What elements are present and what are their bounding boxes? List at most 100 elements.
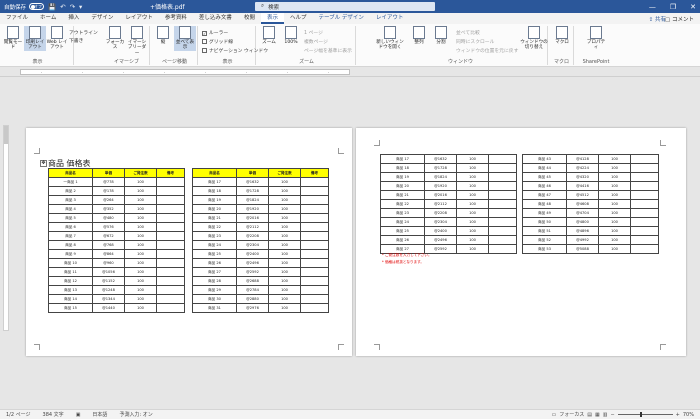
table-cell[interactable] [156, 303, 185, 313]
table-cell[interactable]: @778 [92, 177, 125, 187]
read-mode-icon[interactable]: ▤ [587, 412, 592, 418]
table-cell[interactable]: 商品 24 [192, 240, 237, 250]
web-layout-icon[interactable]: ▥ [603, 412, 608, 418]
tab-table-layout[interactable]: レイアウト [370, 13, 410, 24]
table-cell[interactable]: @1728 [424, 163, 457, 173]
table-cell[interactable]: @2976 [236, 303, 269, 313]
table-cell[interactable]: 商品 27 [192, 267, 237, 277]
table-cell[interactable] [156, 267, 185, 277]
table-cell[interactable] [156, 231, 185, 241]
table-cell[interactable]: @5088 [566, 244, 599, 254]
table-cell[interactable]: @4800 [566, 217, 599, 227]
gridlines-checkbox[interactable]: グリッド線 [202, 38, 233, 45]
table-cell[interactable]: 商品 18 [380, 163, 425, 173]
table-cell[interactable]: 100 [124, 276, 157, 286]
web-layout-button[interactable]: Web レイアウト [46, 26, 68, 51]
tab-layout[interactable]: レイアウト [119, 13, 159, 24]
table-cell[interactable]: @2496 [424, 235, 457, 245]
reset-window-position-button[interactable]: ウィンドウの位置を元に戻す [456, 47, 518, 54]
table-cell[interactable]: 商品 29 [192, 285, 237, 295]
focus-mode-button[interactable]: フォーカス [559, 411, 584, 418]
table-cell[interactable] [156, 213, 185, 223]
table-cell[interactable]: 100 [598, 181, 631, 191]
table-cell[interactable]: 商品 43 [522, 154, 567, 164]
table-cell[interactable] [630, 163, 659, 173]
vertical-ruler[interactable] [3, 125, 9, 331]
table-cell[interactable]: 100 [124, 258, 157, 268]
table-cell[interactable] [156, 258, 185, 268]
table-cell[interactable]: 商品 22 [380, 199, 425, 209]
table-cell[interactable]: 商品 26 [380, 235, 425, 245]
table-cell[interactable]: 商品 25 [380, 226, 425, 236]
table-cell[interactable]: 商品 9 [48, 249, 93, 259]
undo-icon[interactable]: ↶ [60, 3, 65, 11]
table-cell[interactable]: 商品 30 [192, 294, 237, 304]
table-cell[interactable]: 商品 7 [48, 231, 93, 241]
table-cell[interactable]: 100 [124, 285, 157, 295]
table-cell[interactable]: 100 [268, 249, 301, 259]
table-cell[interactable] [488, 172, 517, 182]
table-cell[interactable]: @2016 [424, 190, 457, 200]
table-cell[interactable]: @2112 [424, 199, 457, 209]
table-cell[interactable] [300, 285, 329, 295]
table-cell[interactable]: 商品 17 [380, 154, 425, 164]
ruler-checkbox[interactable]: ✓ ルーラー [202, 29, 228, 36]
table-cell[interactable] [156, 294, 185, 304]
draft-button[interactable]: 下書き [69, 37, 83, 44]
table-cell[interactable]: 100 [124, 213, 157, 223]
macro-button[interactable]: マクロ [551, 26, 573, 45]
table-cell[interactable] [630, 208, 659, 218]
zoom-button[interactable]: ズーム [258, 26, 280, 45]
table-cell[interactable]: 商品 19 [380, 172, 425, 182]
table-cell[interactable]: @2784 [236, 285, 269, 295]
table-cell[interactable]: 100 [598, 226, 631, 236]
table-cell[interactable] [488, 163, 517, 173]
table-cell[interactable]: 100 [456, 154, 489, 164]
table-cell[interactable]: @480 [92, 213, 125, 223]
table-cell[interactable]: @2112 [236, 222, 269, 232]
table-cell[interactable]: 100 [268, 195, 301, 205]
table-cell[interactable]: 商品 48 [522, 199, 567, 209]
table-cell[interactable] [300, 231, 329, 241]
compare-side-by-side-button[interactable]: 並べて比較 [456, 29, 480, 36]
redo-icon[interactable]: ↷ [70, 3, 75, 11]
table-cell[interactable] [156, 249, 185, 259]
table-cell[interactable]: 100 [268, 186, 301, 196]
table-cell[interactable]: @672 [92, 231, 125, 241]
table-cell[interactable]: 商品 11 [48, 267, 93, 277]
table-cell[interactable]: 一商品 1 [48, 177, 93, 187]
tab-file[interactable]: ファイル [0, 13, 34, 24]
zoom-level[interactable]: 70% [683, 412, 694, 418]
table-cell[interactable]: 100 [456, 217, 489, 227]
table-cell[interactable]: 100 [124, 186, 157, 196]
table-cell[interactable]: 100 [268, 204, 301, 214]
table-cell[interactable] [300, 258, 329, 268]
table-cell[interactable] [488, 190, 517, 200]
table-cell[interactable] [300, 249, 329, 259]
split-button[interactable]: 分割 [430, 26, 452, 45]
customize-quick-access-icon[interactable]: ▾ [79, 3, 82, 11]
arrange-button[interactable]: 整列 [408, 26, 430, 45]
table-cell[interactable]: 100 [124, 240, 157, 250]
table-cell[interactable] [156, 177, 185, 187]
table-cell[interactable]: 100 [456, 226, 489, 236]
table-cell[interactable]: 商品 28 [192, 276, 237, 286]
table-cell[interactable]: 商品 18 [192, 186, 237, 196]
table-cell[interactable] [300, 303, 329, 313]
table-cell[interactable]: @2304 [236, 240, 269, 250]
language[interactable]: 日本語 [92, 411, 107, 418]
table-cell[interactable]: @1152 [92, 276, 125, 286]
table-cell[interactable]: @4704 [566, 208, 599, 218]
table-cell[interactable]: 100 [598, 199, 631, 209]
table-cell[interactable]: 100 [268, 258, 301, 268]
minimize-button[interactable]: — [649, 3, 656, 11]
table-cell[interactable]: 商品 46 [522, 181, 567, 191]
immersive-reader-button[interactable]: イマーシブリーダー [126, 26, 148, 56]
table-cell[interactable]: 100 [124, 267, 157, 277]
table-cell[interactable]: 商品 23 [192, 231, 237, 241]
switch-window-button[interactable]: ウィンドウの切り替え [520, 26, 548, 51]
save-icon[interactable]: 💾 [48, 3, 56, 11]
table-cell[interactable]: 100 [598, 154, 631, 164]
table-cell[interactable]: 100 [268, 222, 301, 232]
table-cell[interactable]: 100 [124, 231, 157, 241]
